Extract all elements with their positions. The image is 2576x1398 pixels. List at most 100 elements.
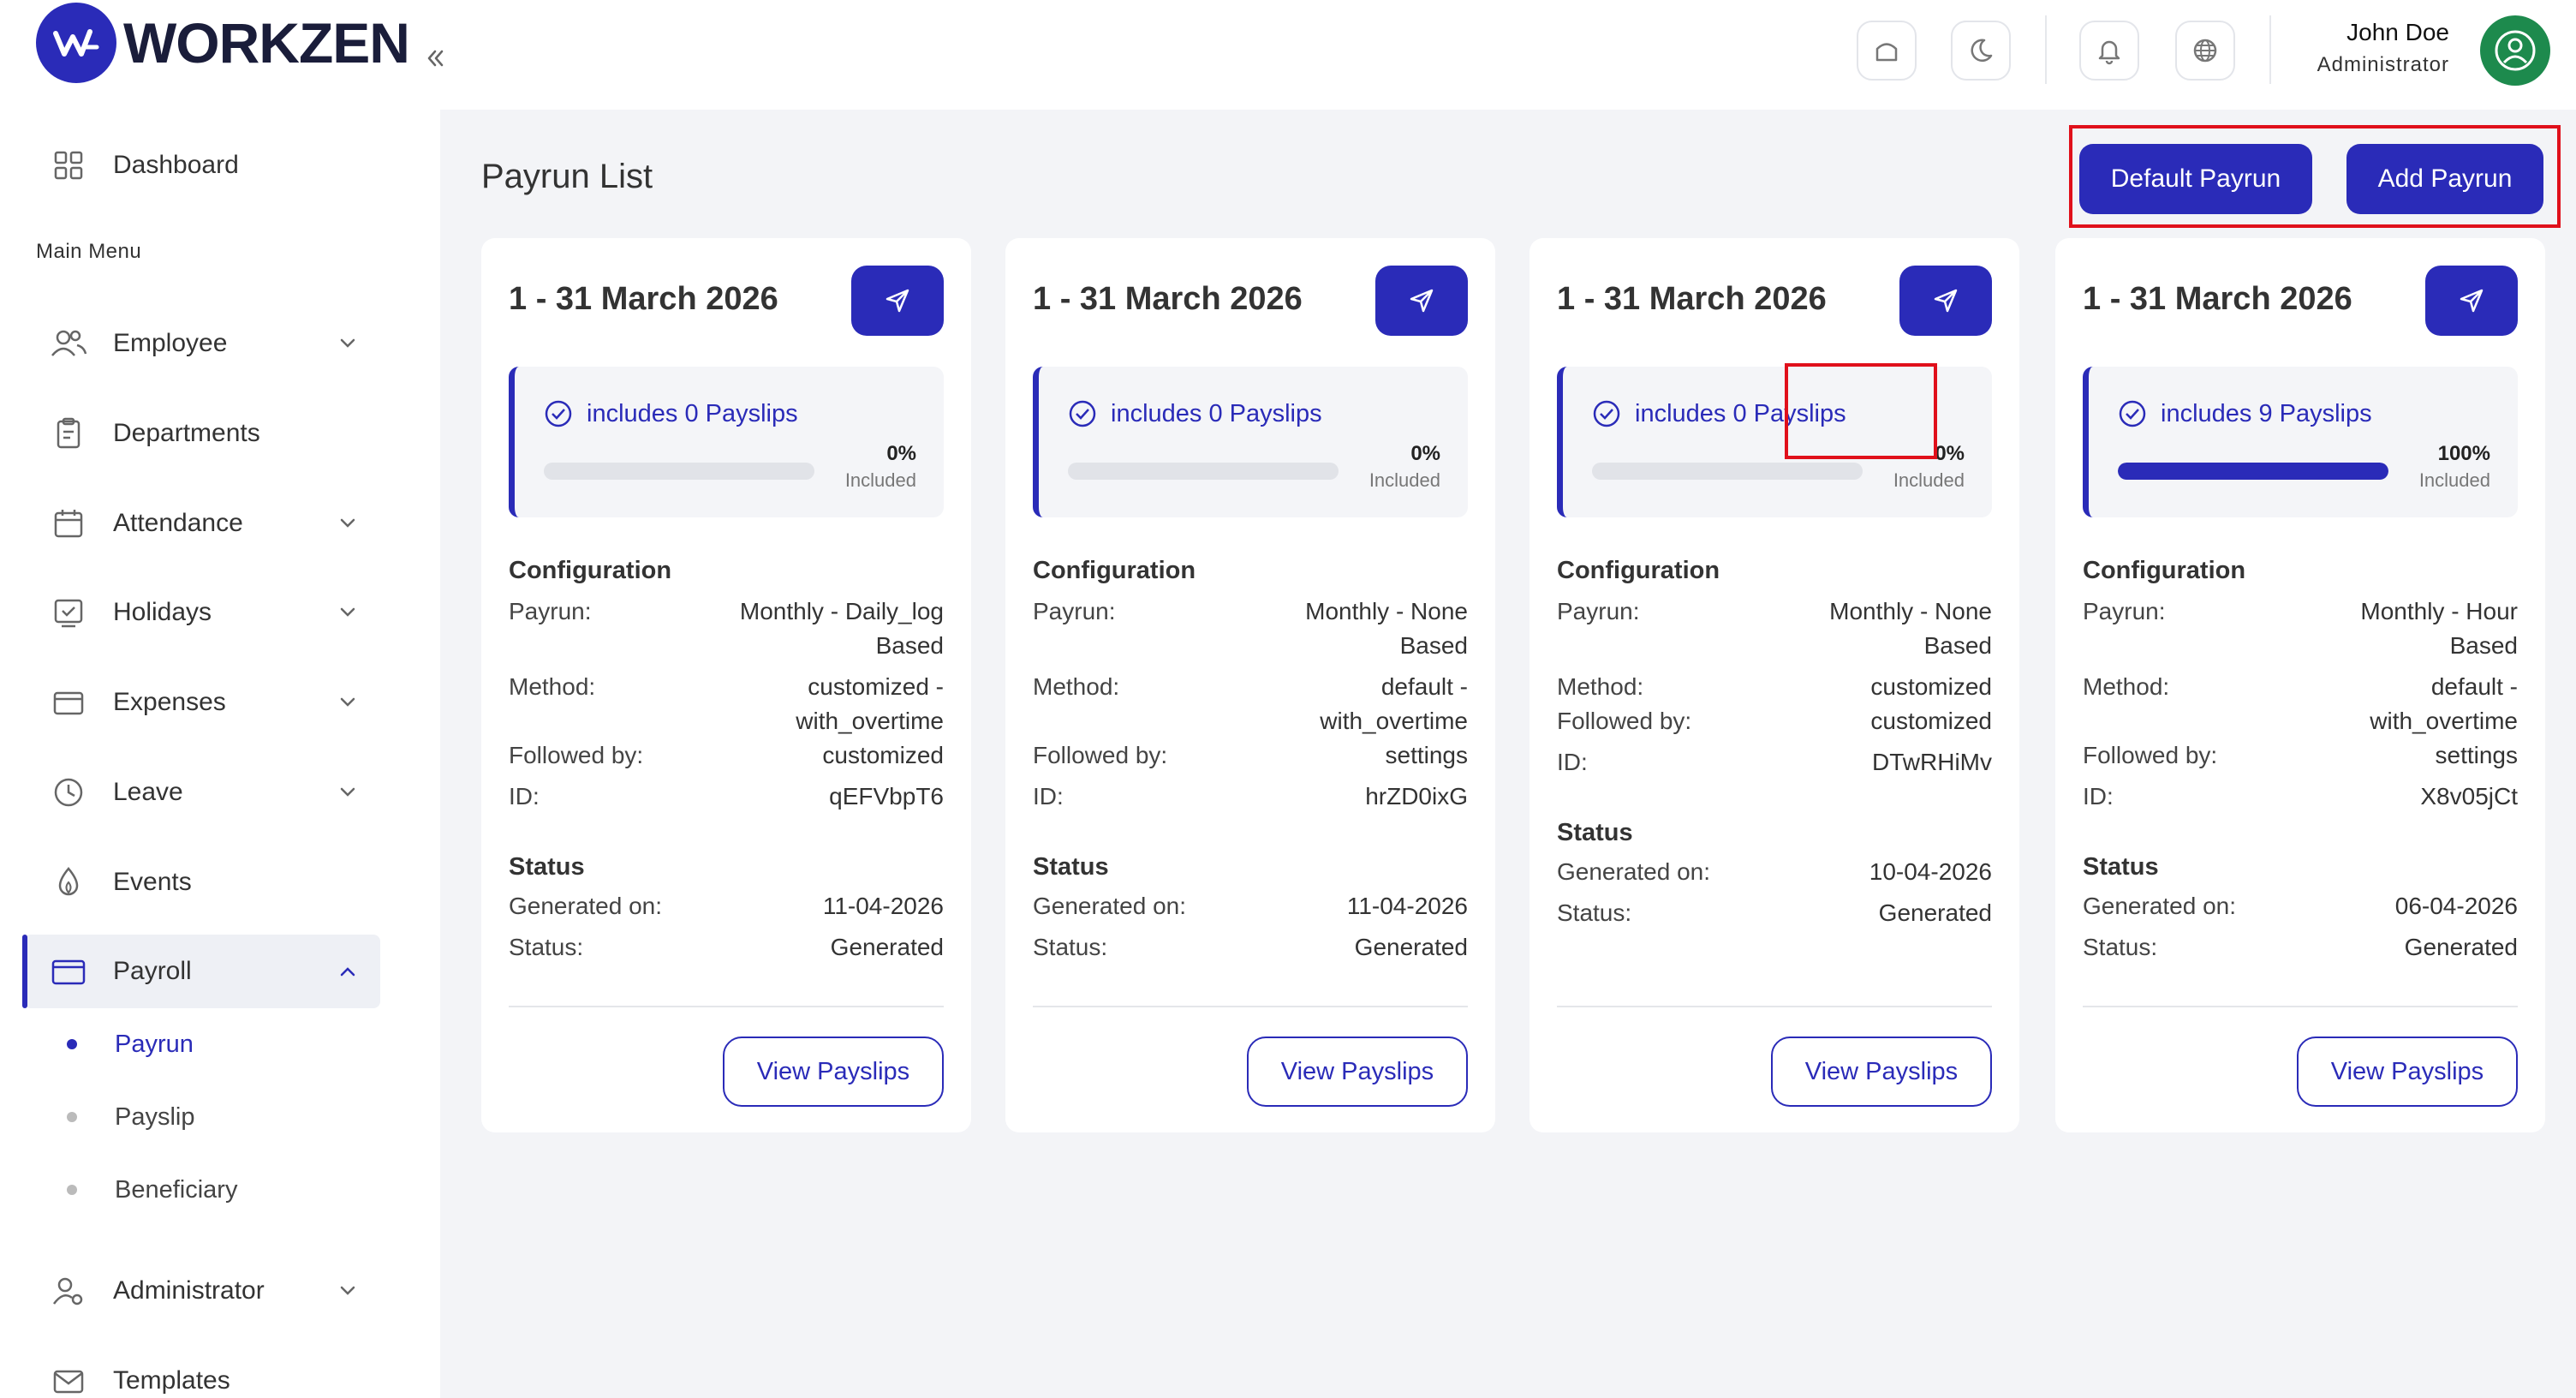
method-row: Method: customized (1557, 670, 1992, 704)
sidebar-item-label: Holidays (113, 598, 212, 626)
method-row: Method: default - with_overtime (1033, 670, 1468, 738)
sidebar-item-expenses[interactable]: Expenses (24, 666, 380, 739)
bullet-icon (67, 1185, 77, 1195)
view-payslips-button[interactable]: View Payslips (1771, 1037, 1992, 1107)
payslip-count: includes 0 Payslips (1068, 399, 1322, 428)
sidebar-subitem-beneficiary[interactable]: Beneficiary (67, 1168, 237, 1211)
id-row: ID: DTwRHiMv (1557, 745, 1992, 780)
payrun-type-cont: Based (1399, 632, 1468, 659)
credit-card-icon (43, 946, 94, 997)
sidebar-item-departments[interactable]: Departments (24, 397, 380, 470)
sidebar-item-employee[interactable]: Employee (24, 307, 380, 380)
sidebar-subitem-payslip[interactable]: Payslip (67, 1096, 195, 1138)
method-row: Method: customized - with_overtime (509, 670, 944, 738)
configuration-heading: Configuration (1557, 557, 1720, 584)
bell-icon (2098, 40, 2120, 65)
globe-icon (2193, 39, 2217, 63)
configuration-heading: Configuration (2083, 557, 2246, 584)
progress-label: Included (844, 469, 916, 491)
method-value: default - (2430, 673, 2518, 700)
status-row: Status: Generated (1557, 896, 1992, 930)
row-value: qEFVbpT6 (829, 783, 944, 810)
row-value: default - with_overtime (2370, 670, 2518, 738)
payrun-period: 1 - 31 March 2026 (1557, 281, 1827, 317)
progress-percent: 0% (1410, 442, 1440, 465)
method-value-cont: with_overtime (2370, 708, 2518, 734)
avatar[interactable] (2480, 15, 2550, 86)
payrun-type: Monthly - None (1305, 598, 1468, 624)
sidebar-item-templates[interactable]: Templates (24, 1344, 380, 1398)
double-chevron-left-icon (427, 50, 444, 67)
sidebar-item-attendance[interactable]: Attendance (24, 487, 380, 560)
sidebar-item-leave[interactable]: Leave (24, 756, 380, 829)
card-divider (1033, 1006, 1468, 1007)
sidebar-item-holidays[interactable]: Holidays (24, 576, 380, 649)
chevron-down-icon (331, 506, 365, 541)
sidebar: Dashboard Main Menu Employee Departments… (0, 110, 440, 1398)
sidebar-item-dashboard[interactable]: Dashboard (24, 128, 380, 202)
chevron-down-icon (331, 326, 365, 361)
sidebar-item-label: Attendance (113, 509, 243, 537)
progress-bar (544, 463, 814, 480)
view-payslips-button[interactable]: View Payslips (1247, 1037, 1468, 1107)
chevron-down-icon (331, 685, 365, 720)
payrun-type-cont: Based (875, 632, 944, 659)
add-payrun-button[interactable]: Add Payrun (2346, 144, 2543, 214)
row-value: customized (1870, 673, 1992, 700)
row-value: settings (2435, 742, 2519, 768)
row-value: Monthly - None Based (1829, 594, 1992, 663)
followed-by-row: Followed by: customized (509, 738, 944, 773)
card-divider (2083, 1006, 2518, 1007)
home-button[interactable] (1857, 21, 1917, 81)
row-label: Status: (1033, 934, 1108, 960)
sidebar-item-events[interactable]: Events (24, 845, 380, 919)
sidebar-item-payroll[interactable]: Payroll (22, 935, 380, 1008)
sidebar-item-administrator[interactable]: Administrator (24, 1254, 380, 1328)
user-name[interactable]: John Doe (2346, 19, 2449, 46)
row-label: Status: (1557, 899, 1632, 926)
row-value: Monthly - Daily_log Based (740, 594, 944, 663)
send-icon (1410, 289, 1434, 313)
payrun-type: Monthly - Daily_log (739, 598, 944, 624)
row-value: customized (1870, 708, 1992, 734)
payrun-period: 1 - 31 March 2026 (2083, 281, 2352, 317)
sidebar-subitem-payrun[interactable]: Payrun (67, 1023, 194, 1066)
sidebar-collapse-button[interactable] (409, 36, 461, 81)
card-divider (509, 1006, 944, 1007)
send-payrun-button[interactable] (1899, 266, 1992, 336)
payrun-type-cont: Based (2449, 632, 2518, 659)
row-label: Generated on: (1033, 893, 1187, 919)
followed-by-row: Followed by: settings (1033, 738, 1468, 773)
row-value: Monthly - None Based (1305, 594, 1468, 663)
id-row: ID: X8v05jCt (2083, 780, 2518, 814)
bullet-icon (67, 1112, 77, 1122)
default-payrun-button[interactable]: Default Payrun (2079, 144, 2312, 214)
flame-icon (43, 857, 94, 908)
notifications-button[interactable] (2079, 21, 2139, 81)
row-value: hrZD0ixG (1365, 783, 1468, 810)
row-value: customized - with_overtime (796, 670, 944, 738)
row-value: 11-04-2026 (822, 893, 944, 919)
check-circle-icon (1593, 400, 1620, 427)
check-circle-icon (545, 400, 572, 427)
progress-percent: 0% (886, 442, 916, 465)
send-icon (1934, 289, 1958, 313)
send-payrun-button[interactable] (1375, 266, 1468, 336)
language-button[interactable] (2175, 21, 2235, 81)
payrun-type-cont: Based (1923, 632, 1992, 659)
brand-logo[interactable]: WORKZEN (36, 0, 410, 86)
view-payslips-button[interactable]: View Payslips (723, 1037, 944, 1107)
moon-icon (1971, 39, 1993, 62)
row-label: Followed by: (1557, 708, 1692, 734)
row-label: Payrun: (1557, 598, 1640, 624)
dark-mode-toggle[interactable] (1951, 21, 2011, 81)
generated-on-row: Generated on: 10-04-2026 (1557, 855, 1992, 889)
chevron-up-icon (331, 954, 365, 989)
view-payslips-button[interactable]: View Payslips (2297, 1037, 2518, 1107)
send-payrun-button[interactable] (2425, 266, 2518, 336)
send-payrun-button[interactable] (851, 266, 944, 336)
configuration-heading: Configuration (509, 557, 672, 584)
row-value: Generated (830, 934, 944, 960)
payrun-card: 1 - 31 March 2026 includes 0 Payslips 0%… (1005, 238, 1495, 1132)
sidebar-section-title: Main Menu (36, 240, 142, 263)
